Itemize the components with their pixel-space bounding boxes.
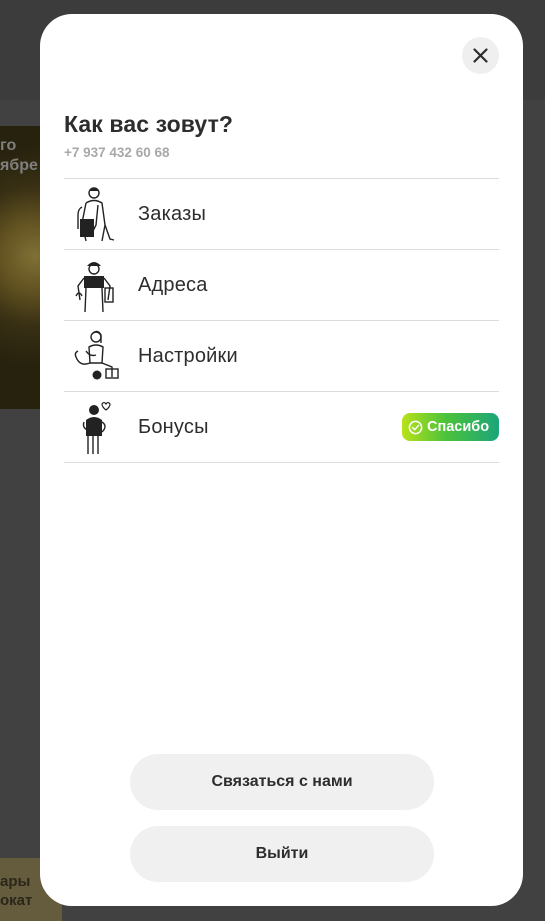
logout-button[interactable]: Выйти xyxy=(130,826,434,882)
check-circle-icon xyxy=(408,420,423,434)
menu-item-settings[interactable]: Настройки xyxy=(64,321,499,392)
courier-with-bag-icon xyxy=(77,187,115,242)
menu-item-bonuses[interactable]: Бонусы Спасибо xyxy=(64,392,499,463)
menu-item-settings-label: Настройки xyxy=(138,344,238,367)
contact-us-button[interactable]: Связаться с нами xyxy=(130,754,434,810)
spasibo-badge-label: Спасибо xyxy=(427,419,490,435)
person-hugging-icon xyxy=(82,401,111,454)
menu-item-addresses-label: Адреса xyxy=(138,273,208,296)
menu-item-orders[interactable]: Заказы xyxy=(64,179,499,250)
person-with-tools-icon xyxy=(74,330,119,380)
close-icon xyxy=(473,48,488,63)
courier-with-helmet-icon xyxy=(75,262,114,313)
close-button[interactable] xyxy=(462,37,499,74)
profile-phone: +7 937 432 60 68 xyxy=(64,145,170,160)
profile-menu: Заказы Адреса Настройки Бонусы Спасибо xyxy=(64,178,499,463)
menu-item-addresses[interactable]: Адреса xyxy=(64,250,499,321)
menu-item-bonuses-label: Бонусы xyxy=(138,415,209,438)
profile-name[interactable]: Как вас зовут? xyxy=(64,110,499,138)
spasibo-badge[interactable]: Спасибо xyxy=(402,413,499,441)
profile-header: Как вас зовут? +7 937 432 60 68 xyxy=(64,110,499,161)
menu-item-orders-label: Заказы xyxy=(138,202,207,225)
profile-modal: Как вас зовут? +7 937 432 60 68 Заказы А… xyxy=(40,14,523,906)
